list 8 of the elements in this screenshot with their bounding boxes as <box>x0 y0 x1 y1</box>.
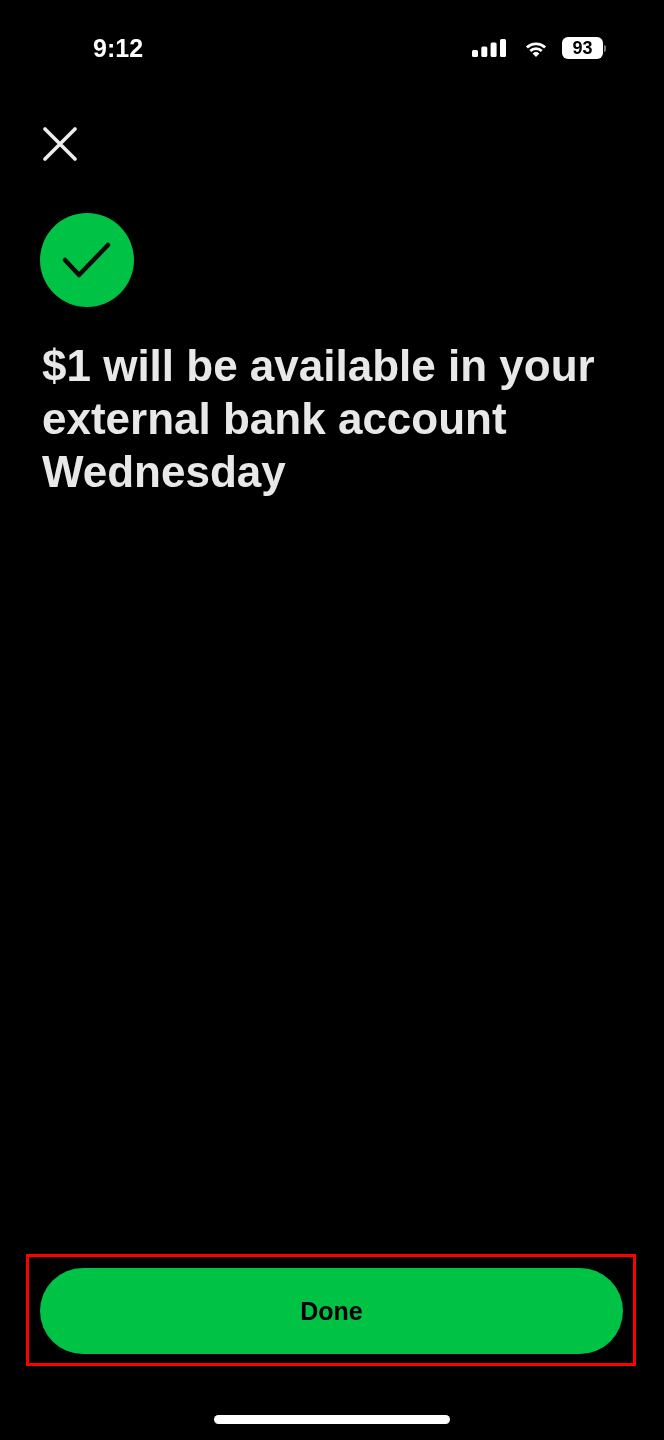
close-icon[interactable] <box>43 127 77 161</box>
checkmark-circle-icon <box>40 213 134 307</box>
confirmation-message: $1 will be available in your external bank account Wednesday <box>42 340 596 498</box>
signal-bars-icon <box>472 39 506 57</box>
wifi-icon <box>524 39 548 57</box>
done-button[interactable]: Done <box>40 1268 623 1354</box>
battery-percentage: 93 <box>562 37 603 59</box>
status-time: 9:12 <box>93 33 144 63</box>
